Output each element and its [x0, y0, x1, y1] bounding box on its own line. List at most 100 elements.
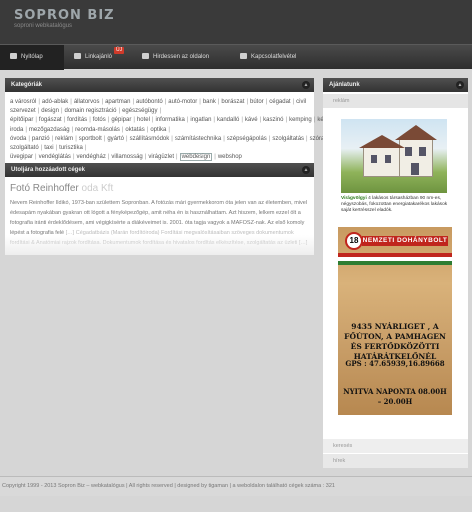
- collapse-icon[interactable]: ▲: [456, 81, 464, 89]
- separator: |: [55, 145, 58, 152]
- category-link[interactable]: adó-ablak: [42, 99, 68, 105]
- recent-companies-panel: Fotó Reinhoffer oda Kft Nevem Reinhoffer…: [5, 177, 314, 255]
- separator: |: [25, 126, 27, 133]
- category-link[interactable]: a városról: [10, 99, 36, 105]
- site-header: SOPRON BIZ soproni webkatalógus: [0, 0, 472, 44]
- category-link[interactable]: bank: [203, 99, 216, 105]
- tobacco-shop-address: 9435 NYÁRLIGET , A FŐÚTON, A PAMHAGEN ÉS…: [344, 322, 446, 361]
- collapse-icon[interactable]: ▲: [302, 81, 310, 89]
- separator: |: [37, 108, 40, 115]
- separator: |: [63, 117, 66, 124]
- category-link[interactable]: fogászat: [39, 117, 62, 123]
- category-link[interactable]: taxi: [44, 145, 53, 151]
- main-nav: Nyitólap Linkajánló ÚJ Hirdessen az olda…: [0, 44, 472, 70]
- news-section-label[interactable]: hírek: [323, 454, 468, 468]
- category-link[interactable]: autó-motor: [168, 99, 197, 105]
- house-door: [411, 163, 419, 175]
- separator: |: [259, 117, 262, 124]
- category-link[interactable]: panzió: [32, 136, 50, 142]
- category-link[interactable]: hotel: [137, 117, 150, 123]
- separator: |: [241, 117, 243, 124]
- nav-item-links-label: Linkajánló: [85, 54, 113, 60]
- category-link[interactable]: szállításmódok: [130, 136, 170, 142]
- separator: |: [35, 117, 37, 124]
- separator: |: [101, 99, 104, 105]
- category-link[interactable]: villamosság: [111, 154, 142, 160]
- category-link[interactable]: építőipar: [10, 117, 33, 123]
- category-link[interactable]: gyártó: [107, 136, 124, 142]
- separator: |: [213, 117, 215, 124]
- ad-section-label[interactable]: reklám: [323, 94, 468, 108]
- category-link[interactable]: apartman: [105, 99, 130, 105]
- nav-item-contact[interactable]: Kapcsolatfelvétel: [232, 45, 312, 70]
- category-link[interactable]: sportbolt: [79, 136, 102, 142]
- category-link[interactable]: egészségügy: [122, 108, 157, 114]
- category-link[interactable]: cégadat: [269, 99, 290, 105]
- category-link[interactable]: számítástechnika: [175, 136, 221, 142]
- separator: |: [199, 99, 201, 105]
- company-name-link[interactable]: Fotó Reinhoffer oda Kft: [10, 183, 309, 194]
- category-link[interactable]: reomda-másolás: [75, 127, 120, 133]
- separator: |: [171, 135, 173, 142]
- category-link[interactable]: turisztika: [59, 145, 83, 151]
- separator: |: [159, 108, 162, 115]
- nav-item-home[interactable]: Nyitólap: [0, 45, 64, 70]
- category-link[interactable]: kandalló: [217, 117, 239, 123]
- recent-companies-header: Utoljára hozzáadott cégek ▲: [5, 163, 314, 177]
- site-logo[interactable]: SOPRON BIZ: [14, 8, 115, 23]
- house-ad-caption-bold: Virágvölgyi: [341, 196, 367, 201]
- category-link[interactable]: üvegipar: [10, 154, 33, 160]
- category-link[interactable]: bútor: [250, 99, 264, 105]
- category-link[interactable]: szépségápolás: [227, 136, 267, 142]
- separator: |: [246, 99, 248, 105]
- category-link[interactable]: webshop: [218, 154, 242, 160]
- collapse-icon[interactable]: ▲: [302, 166, 310, 174]
- separator: |: [268, 135, 271, 142]
- separator: |: [60, 108, 63, 115]
- recent-companies-title: Utoljára hozzáadott cégek: [11, 167, 86, 173]
- category-link[interactable]: gépipar: [111, 117, 131, 123]
- category-link[interactable]: virágüzlet: [148, 154, 174, 160]
- category-link[interactable]: szolgáltatás: [272, 136, 304, 142]
- category-link[interactable]: borászat: [221, 99, 244, 105]
- company-name: Fotó Reinhoffer: [10, 183, 79, 194]
- category-link[interactable]: állatorvos: [74, 99, 100, 105]
- category-link[interactable]: autóbontó: [136, 99, 163, 105]
- separator: |: [133, 117, 135, 124]
- category-link[interactable]: design: [41, 108, 59, 114]
- separator: |: [285, 117, 288, 124]
- category-link[interactable]: ingatlan: [190, 117, 211, 123]
- category-link[interactable]: fotós: [93, 117, 106, 123]
- nav-item-advertise[interactable]: Hirdessen az oldalon: [134, 45, 224, 70]
- category-link[interactable]: reklám: [55, 136, 73, 142]
- separator: |: [40, 145, 43, 152]
- separator: |: [28, 135, 30, 142]
- category-link[interactable]: kemping: [289, 117, 312, 123]
- house-window: [419, 147, 426, 156]
- footer-copyright: Copyright 1999 - 2013 Sopron Biz – webka…: [2, 483, 335, 489]
- separator: |: [89, 117, 91, 124]
- house-ad-image[interactable]: [341, 119, 447, 193]
- category-link[interactable]: kaszinó: [263, 117, 283, 123]
- category-link[interactable]: fordítás: [67, 117, 87, 123]
- separator: |: [176, 154, 178, 161]
- category-link[interactable]: oktatás: [125, 127, 144, 133]
- category-link[interactable]: webdesign: [179, 153, 213, 162]
- separator: |: [168, 126, 170, 133]
- category-link[interactable]: vendéglátás: [39, 154, 71, 160]
- category-link[interactable]: domain regisztráció: [65, 108, 117, 114]
- category-link[interactable]: vendégház: [77, 154, 106, 160]
- tobacco-shop-ad[interactable]: 18 NEMZETI DOHÁNYBOLT 9435 NYÁRLIGET , A…: [338, 227, 452, 415]
- site-tagline: soproni webkatalógus: [14, 23, 73, 29]
- category-link[interactable]: óvoda: [10, 136, 26, 142]
- separator: |: [292, 99, 295, 105]
- category-link[interactable]: mezőgazdaság: [29, 127, 70, 133]
- category-link[interactable]: informatika: [155, 117, 184, 123]
- search-section-label[interactable]: keresés: [323, 439, 468, 453]
- offers-panel: reklám Virágvölgyi 4 lakásos társasházba…: [323, 92, 468, 468]
- separator: |: [72, 154, 75, 161]
- category-link[interactable]: kávé: [245, 117, 258, 123]
- offers-title: Ajánlatunk: [329, 82, 360, 88]
- separator: |: [186, 117, 189, 124]
- category-link[interactable]: optika: [150, 127, 166, 133]
